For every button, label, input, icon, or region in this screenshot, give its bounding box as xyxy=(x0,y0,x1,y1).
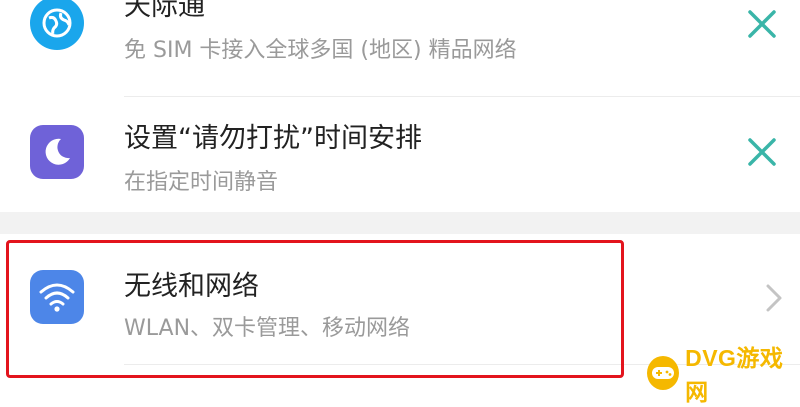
close-icon xyxy=(748,10,776,38)
dismiss-button[interactable] xyxy=(742,4,782,44)
moon-icon xyxy=(30,125,84,179)
settings-row-title: 无线和网络 xyxy=(124,271,259,302)
wifi-icon xyxy=(30,270,84,324)
settings-row-title: 天际通 xyxy=(124,0,205,22)
dismiss-button[interactable] xyxy=(742,132,782,172)
gamepad-icon xyxy=(647,356,680,390)
settings-row-subtitle: WLAN、双卡管理、移动网络 xyxy=(124,316,411,341)
settings-row-tianjitong[interactable]: 天际通 免 SIM 卡接入全球多国 (地区) 精品网络 xyxy=(0,0,800,100)
watermark-text: DVG游戏网 xyxy=(685,345,784,405)
globe-icon xyxy=(30,0,84,50)
settings-row-title: 设置“请勿打扰”时间安排 xyxy=(124,123,422,154)
close-icon xyxy=(748,138,776,166)
section-separator xyxy=(0,212,800,234)
watermark: DVG游戏网 xyxy=(647,345,800,405)
settings-row-do-not-disturb[interactable]: 设置“请勿打扰”时间安排 在指定时间静音 xyxy=(0,100,800,212)
settings-row-subtitle: 免 SIM 卡接入全球多国 (地区) 精品网络 xyxy=(124,38,517,63)
row-divider xyxy=(124,96,800,97)
chevron-right-icon xyxy=(762,282,786,314)
settings-row-subtitle: 在指定时间静音 xyxy=(124,170,279,195)
